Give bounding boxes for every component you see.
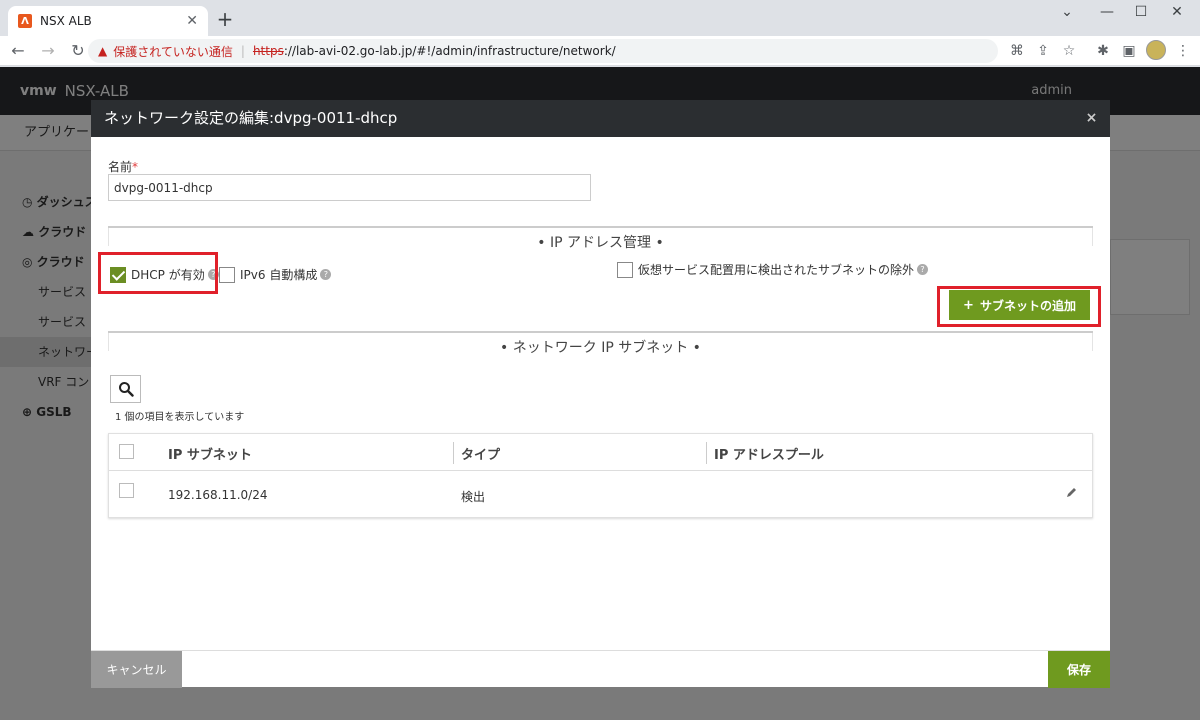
bookmark-star-icon[interactable]: ☆: [1060, 43, 1078, 59]
required-marker: *: [132, 160, 139, 174]
translate-icon[interactable]: ⌘: [1008, 43, 1026, 59]
cell-type: 検出: [461, 490, 486, 504]
column-header-pool[interactable]: IP アドレスプール: [714, 444, 824, 463]
side-panel-icon[interactable]: ▣: [1120, 43, 1138, 59]
help-icon[interactable]: ?: [917, 264, 929, 275]
address-bar[interactable]: ▲ 保護されていない通信 | https ://lab-avi-02.go-la…: [88, 39, 998, 63]
search-icon: [118, 382, 134, 397]
help-icon[interactable]: ?: [320, 269, 332, 280]
edit-pencil-icon[interactable]: [1065, 486, 1078, 502]
warning-icon: ▲: [98, 44, 108, 58]
modal-close-icon[interactable]: ×: [1073, 100, 1110, 137]
share-icon[interactable]: ⇪: [1034, 43, 1052, 59]
column-divider: [453, 442, 454, 464]
name-label: 名前*: [108, 160, 139, 174]
browser-toolbar: ← → ↻ ▲ 保護されていない通信 | https ://lab-avi-02…: [0, 36, 1200, 66]
back-icon[interactable]: ←: [6, 41, 30, 60]
search-button[interactable]: [110, 375, 141, 403]
modal-title: ネットワーク設定の編集:dvpg-0011-dhcp: [91, 100, 1110, 137]
minimize-icon[interactable]: —: [1092, 4, 1122, 20]
column-header-subnet[interactable]: IP サブネット: [168, 444, 252, 463]
omnibox-separator: |: [240, 44, 245, 58]
new-tab-icon[interactable]: +: [214, 9, 236, 31]
tab-close-icon[interactable]: ✕: [186, 13, 198, 29]
exclude-subnet-checkbox[interactable]: [617, 261, 633, 278]
select-all-checkbox[interactable]: [119, 444, 134, 459]
browser-tab[interactable]: Λ NSX ALB ✕: [8, 6, 208, 36]
ip-section-divider: [108, 226, 1093, 228]
browser-tabstrip: Λ NSX ALB ✕ + ⌄ — ☐ ✕: [0, 0, 1200, 36]
save-button[interactable]: 保存: [1048, 651, 1110, 688]
exclude-subnet-checkbox-row[interactable]: 仮想サービス配置用に検出されたサブネットの除外 ?: [617, 261, 929, 278]
subnet-section-title: • ネットワーク IP サブネット •: [500, 340, 701, 356]
dhcp-highlight-box: [98, 252, 218, 294]
row-checkbox[interactable]: [119, 483, 134, 498]
name-input[interactable]: [108, 174, 591, 201]
tab-title: NSX ALB: [40, 14, 92, 28]
item-count-text: 1 個の項目を表示しています: [115, 412, 245, 423]
url-text: ://lab-avi-02.go-lab.jp/#!/admin/infrast…: [283, 44, 616, 58]
modal-footer: キャンセル 保存: [91, 650, 1110, 688]
ipv6-checkbox-row[interactable]: IPv6 自動構成 ?: [219, 266, 332, 283]
maximize-icon[interactable]: ☐: [1126, 4, 1156, 20]
extensions-icon[interactable]: ✱: [1094, 43, 1112, 59]
subnet-section-divider: [108, 331, 1093, 333]
profile-avatar[interactable]: [1146, 40, 1166, 60]
tab-search-icon[interactable]: ⌄: [1052, 4, 1082, 20]
add-subnet-highlight-box: [937, 286, 1101, 327]
browser-menu-icon[interactable]: ⋮: [1174, 43, 1192, 59]
cell-subnet: 192.168.11.0/24: [168, 488, 268, 502]
url-scheme: https: [252, 44, 284, 58]
column-header-type[interactable]: タイプ: [461, 444, 500, 463]
ip-section-title: • IP アドレス管理 •: [537, 235, 664, 251]
nsx-favicon-icon: Λ: [18, 14, 32, 28]
table-header: IP サブネット タイプ IP アドレスプール: [109, 434, 1092, 471]
subnet-table: IP サブネット タイプ IP アドレスプール 192.168.11.0/24 …: [108, 433, 1093, 518]
window-close-icon[interactable]: ✕: [1162, 4, 1192, 20]
reload-icon[interactable]: ↻: [66, 41, 90, 60]
column-divider: [706, 442, 707, 464]
ipv6-label: IPv6 自動構成: [240, 268, 318, 282]
insecure-warning: 保護されていない通信: [113, 44, 233, 59]
forward-icon[interactable]: →: [36, 41, 60, 60]
table-row: 192.168.11.0/24 検出: [109, 472, 1092, 518]
cancel-button[interactable]: キャンセル: [91, 651, 182, 688]
edit-network-modal: ネットワーク設定の編集:dvpg-0011-dhcp × 名前* • IP アド…: [91, 100, 1110, 688]
ipv6-checkbox[interactable]: [219, 266, 235, 283]
exclude-subnet-label: 仮想サービス配置用に検出されたサブネットの除外: [638, 263, 915, 277]
